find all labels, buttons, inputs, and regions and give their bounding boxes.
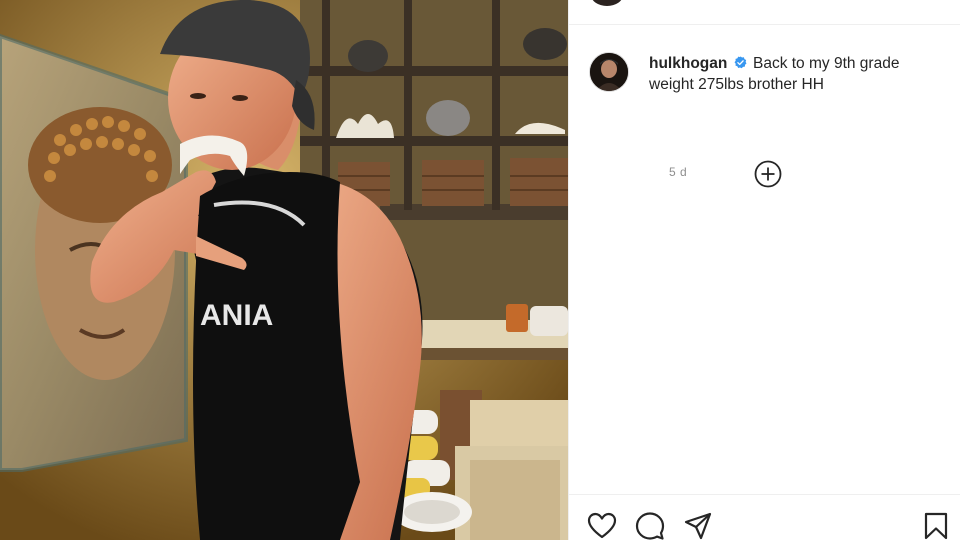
post-actions-bar bbox=[569, 494, 960, 541]
caption-text: hulkhogan Back to my 9th grade weight 27… bbox=[649, 53, 939, 95]
svg-text:ANIA: ANIA bbox=[200, 299, 273, 332]
share-button[interactable] bbox=[683, 511, 713, 541]
bookmark-icon bbox=[924, 512, 948, 540]
post-photo[interactable]: ANIA bbox=[0, 0, 568, 540]
avatar[interactable] bbox=[589, 52, 629, 92]
header-avatar[interactable] bbox=[591, 0, 623, 6]
save-button[interactable] bbox=[921, 511, 951, 541]
username-link[interactable]: hulkhogan bbox=[649, 55, 727, 72]
like-button[interactable] bbox=[587, 511, 617, 541]
comment-icon bbox=[635, 512, 665, 540]
verified-badge-icon bbox=[734, 56, 747, 69]
heart-icon bbox=[587, 512, 617, 539]
photo-illustration: ANIA bbox=[0, 0, 568, 540]
load-more-comments-button[interactable] bbox=[754, 160, 782, 188]
comment-button[interactable] bbox=[635, 511, 665, 541]
send-icon bbox=[684, 512, 712, 540]
plus-circle-icon bbox=[754, 160, 782, 188]
post-header bbox=[569, 0, 960, 25]
post-side-panel: hulkhogan Back to my 9th grade weight 27… bbox=[568, 0, 960, 540]
post-timestamp[interactable]: 5 d bbox=[669, 165, 687, 179]
avatar-image bbox=[590, 53, 628, 91]
